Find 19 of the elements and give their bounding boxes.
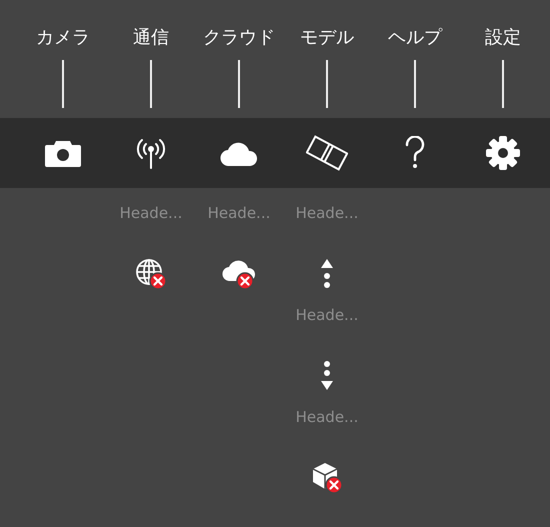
menu-label: カメラ	[36, 26, 90, 50]
camera-icon[interactable]	[44, 138, 82, 168]
menu-label: 設定	[485, 26, 521, 50]
upload-icon	[320, 258, 334, 290]
header-label: Heade...	[296, 407, 358, 428]
globe-error-icon	[134, 257, 168, 291]
header-label: Heade...	[296, 203, 358, 224]
help-icon[interactable]	[404, 136, 426, 170]
header-label: Heade...	[120, 203, 182, 224]
settings-icon[interactable]	[485, 135, 521, 171]
menu-label: 通信	[133, 26, 169, 50]
header-label: Heade...	[208, 203, 270, 224]
download-icon	[320, 360, 334, 392]
panel-icon[interactable]	[306, 134, 348, 172]
menu-label: モデル	[300, 26, 354, 50]
header-label: Heade...	[296, 305, 358, 326]
cube-error-icon	[310, 461, 344, 495]
menu-label: クラウド	[203, 26, 275, 50]
menu-label: ヘルプ	[388, 26, 442, 50]
